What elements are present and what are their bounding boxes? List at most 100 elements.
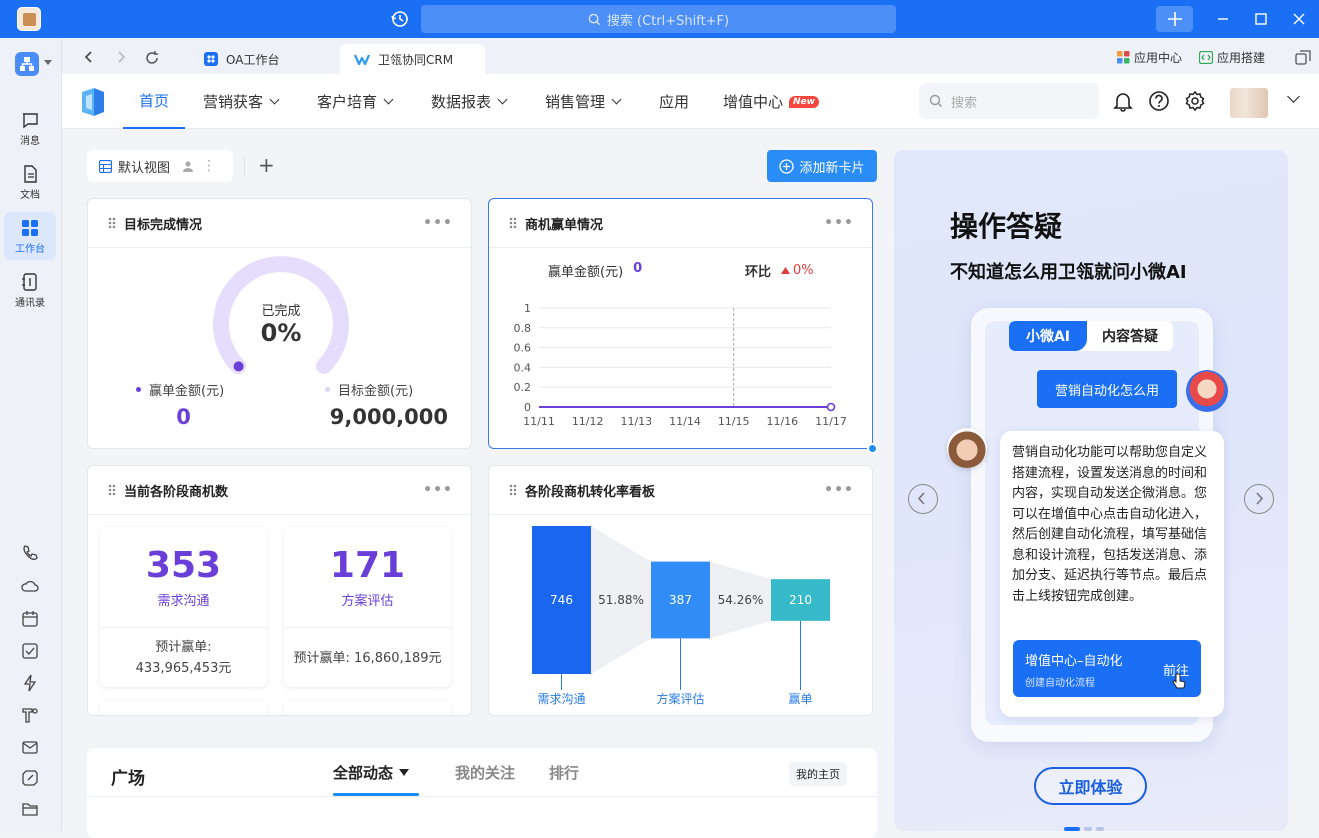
panel-heading: 操作答疑 [950, 210, 1063, 243]
ai-answer-text: 营销自动化功能可以帮助您自定义搭建流程，设置发送消息的时间和内容，实现自动发送企… [1012, 445, 1208, 604]
data-point [826, 402, 836, 412]
gear-icon[interactable] [1184, 90, 1206, 112]
nav-nurturing[interactable]: 客户培育 [317, 74, 394, 129]
carousel-prev-button[interactable] [908, 484, 938, 514]
triangle-up-icon [781, 267, 791, 274]
drag-handle-icon[interactable] [108, 484, 116, 496]
tab-oa-workbench[interactable]: OA工作台 [190, 44, 336, 74]
sidebar-item-workbench[interactable]: 工作台 [4, 212, 56, 260]
try-now-button[interactable]: 立即体验 [1034, 767, 1147, 805]
carousel-indicator[interactable] [1064, 827, 1080, 831]
more-icon[interactable]: ••• [824, 215, 854, 231]
history-icon[interactable] [390, 9, 410, 29]
win-line-chart: 1 0.8 0.6 0.4 0.2 011/11 11/12 11/13 11/14 11/15 1… [514, 302, 847, 428]
y-tick-label: 0.6 [514, 342, 532, 355]
cta-title: 增值中心–自动化 [1025, 654, 1123, 669]
add-view-button[interactable]: + [258, 155, 275, 175]
workspace-switcher[interactable] [15, 52, 39, 76]
ai-avatar-illustration [947, 428, 987, 468]
x-tick-label: 11/14 [669, 415, 701, 428]
close-button[interactable] [1289, 9, 1309, 29]
nav-reports[interactable]: 数据报表 [431, 74, 508, 129]
chevron-down-icon[interactable] [1287, 90, 1300, 103]
tab-content-qa[interactable]: 内容答疑 [1087, 321, 1173, 351]
lightning-icon[interactable] [20, 673, 40, 693]
nav-search-input[interactable]: 搜索 [919, 83, 1099, 119]
tab-crm[interactable]: 卫瓴协同CRM [340, 44, 485, 74]
task-check-icon[interactable] [20, 641, 40, 661]
carousel-next-button[interactable] [1244, 484, 1274, 514]
sidebar-item-label: 通讯录 [15, 297, 45, 309]
drag-handle-icon[interactable] [509, 217, 517, 229]
edit-square-icon[interactable] [20, 768, 40, 788]
forecast-value: 433,965,453元 [135, 661, 232, 676]
user-icon [183, 161, 194, 172]
sidebar-item-messages[interactable]: 消息 [4, 104, 56, 152]
left-sidebar: 消息 文档 工作台 通讯录 [0, 38, 62, 831]
more-icon[interactable]: ••• [423, 215, 453, 231]
carousel-indicator[interactable] [1096, 827, 1104, 831]
refresh-icon[interactable] [144, 50, 160, 66]
app-build-link[interactable]: 应用搭建 [1199, 49, 1265, 66]
nav-home[interactable]: 首页 [123, 74, 186, 129]
bar-value-label: 210 [789, 593, 812, 607]
drag-handle-icon[interactable] [509, 484, 517, 496]
more-icon[interactable]: ••• [423, 482, 453, 498]
minimize-button[interactable] [1213, 9, 1233, 29]
value-center-automation-link[interactable]: 增值中心–自动化 创建自动化流程 前往 [1013, 640, 1201, 697]
chevron-down-icon[interactable] [44, 60, 52, 65]
ratio-summary: 环比 0% [745, 261, 814, 280]
tab-label: 卫瓴协同CRM [378, 52, 454, 67]
resize-handle[interactable] [867, 443, 878, 454]
tab-xiaowei-ai[interactable]: 小微AI [1009, 321, 1087, 351]
x-tick-label: 11/17 [815, 415, 847, 428]
calendar-icon[interactable] [20, 609, 40, 629]
add-card-button[interactable]: 添加新卡片 [767, 150, 877, 182]
nav-apps[interactable]: 应用 [659, 74, 689, 129]
sidebar-item-documents[interactable]: 文档 [4, 158, 56, 206]
more-vertical-icon[interactable]: ⋮ [202, 158, 216, 174]
app-center-link[interactable]: 应用中心 [1117, 49, 1182, 66]
plaza-tab-following[interactable]: 我的关注 [455, 762, 515, 783]
user-avatar[interactable] [1230, 88, 1268, 118]
drag-handle-icon[interactable] [108, 217, 116, 229]
crm-brand-logo[interactable] [78, 86, 108, 118]
tool-icon[interactable] [20, 705, 40, 725]
tab-bar: OA工作台 卫瓴协同CRM 应用中心 应用搭建 [62, 38, 1319, 74]
stage-tile[interactable]: 353 需求沟通 预计赢单: 433,965,453元 [100, 527, 267, 687]
back-icon[interactable] [82, 50, 96, 64]
nav-sales[interactable]: 销售管理 [545, 74, 622, 129]
global-search-input[interactable]: 搜索 (Ctrl+Shift+F) [421, 5, 896, 33]
my-homepage-button[interactable]: 我的主页 [789, 762, 847, 786]
won-amount-label: 赢单金额(元) [149, 384, 225, 399]
view-selector[interactable]: 默认视图 ⋮ [87, 150, 233, 182]
stage-tile[interactable] [284, 702, 451, 715]
chevron-down-icon [383, 94, 394, 105]
phone-icon[interactable] [20, 543, 40, 563]
cta-subtitle: 创建自动化流程 [1025, 678, 1095, 689]
popout-window-icon[interactable] [1295, 50, 1311, 65]
bell-icon[interactable] [1112, 90, 1134, 112]
forward-icon[interactable] [114, 50, 128, 64]
nav-label: 首页 [139, 92, 170, 110]
stage-tile[interactable]: 171 方案评估 预计赢单: 16,860,189元 [284, 527, 451, 687]
mail-icon[interactable] [20, 737, 40, 757]
nav-marketing[interactable]: 营销获客 [203, 74, 280, 129]
sidebar-item-contacts[interactable]: 通讯录 [4, 266, 56, 314]
carousel-indicator[interactable] [1084, 827, 1092, 831]
app-logo [17, 7, 41, 31]
forecast-label: 预计赢单: [155, 640, 212, 655]
ratio-label: 环比 [745, 265, 772, 280]
more-icon[interactable]: ••• [824, 482, 854, 498]
plaza-tab-all[interactable]: 全部动态 [333, 762, 410, 783]
help-icon[interactable] [1148, 90, 1170, 112]
conversion-funnel-card: 各阶段商机转化率看板 ••• 51.88% 54.26% 746 需求沟通 387 方案评… [488, 465, 873, 716]
nav-value-center[interactable]: 增值中心 New [723, 74, 819, 129]
divider [284, 627, 451, 628]
new-button[interactable] [1156, 6, 1193, 32]
stage-tile[interactable] [100, 702, 267, 715]
plaza-tab-ranking[interactable]: 排行 [549, 762, 579, 783]
cloud-icon[interactable] [20, 576, 40, 596]
maximize-button[interactable] [1251, 9, 1271, 29]
folder-icon[interactable] [20, 799, 40, 819]
